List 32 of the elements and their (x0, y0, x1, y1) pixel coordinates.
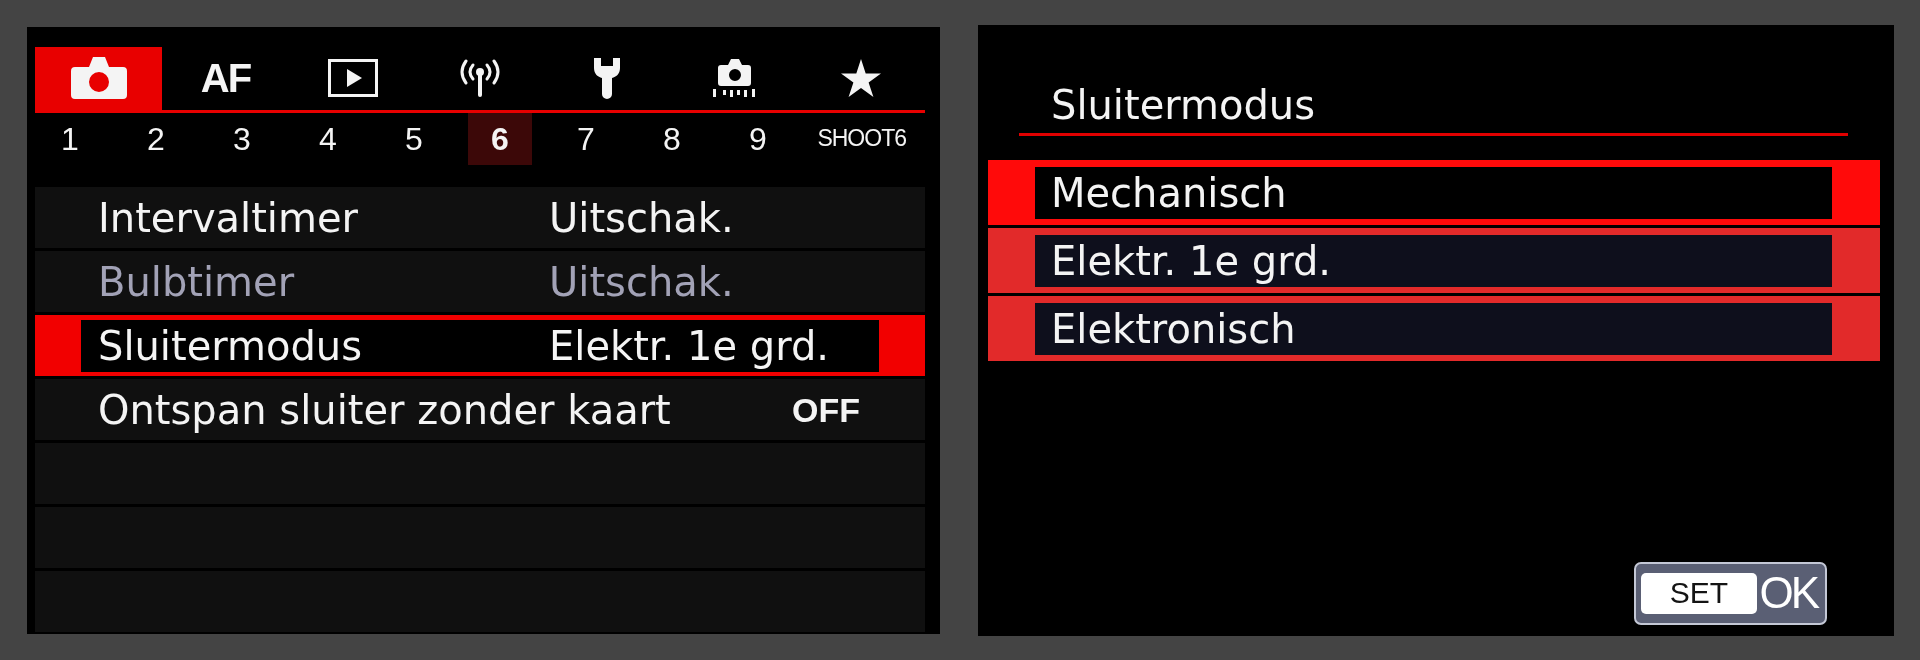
page-tab[interactable]: 8 (640, 112, 704, 165)
play-icon (327, 59, 378, 97)
menu-value: Uitschak. (549, 197, 734, 238)
page-tab[interactable]: 4 (296, 112, 360, 165)
page-tab[interactable]: 6 (468, 112, 532, 165)
camera-dots-icon (711, 58, 756, 98)
menu-value: OFF (792, 392, 860, 427)
page-title: SHOOT6 (817, 127, 906, 150)
page-tab[interactable]: 7 (554, 112, 618, 165)
antenna-icon (459, 59, 500, 97)
menu-row[interactable]: Ontspan sluiter zonder kaart OFF (35, 378, 925, 440)
set-key: SET (1641, 572, 1757, 614)
menu-label: Bulbtimer (98, 261, 296, 302)
menu-row[interactable]: Sluitermodus Elektr. 1e grd. (35, 314, 925, 376)
dialog-title: Sluitermodus (1051, 84, 1316, 125)
page-tab[interactable]: 5 (382, 112, 446, 165)
wrench-icon (592, 57, 621, 99)
camera-icon (70, 57, 127, 99)
menu-value: Uitschak. (549, 261, 734, 302)
menu-row[interactable]: Intervaltimer Uitschak. (35, 186, 925, 248)
option-row[interactable]: Mechanisch (988, 159, 1880, 225)
menu-tab[interactable]: AF (162, 46, 289, 110)
page-tab[interactable]: 1 (38, 112, 102, 165)
menu-label: Sluitermodus (98, 325, 364, 366)
menu-label: Intervaltimer (98, 197, 359, 238)
page-tab[interactable]: 3 (210, 112, 274, 165)
star-icon (840, 59, 881, 97)
page-tab[interactable]: 9 (726, 112, 790, 165)
page-tab[interactable]: 2 (124, 112, 188, 165)
option-row[interactable]: Elektr. 1e grd. (988, 227, 1880, 293)
set-ok-button[interactable]: SET OK (1634, 561, 1827, 625)
option-row[interactable]: Elektronisch (988, 295, 1880, 361)
